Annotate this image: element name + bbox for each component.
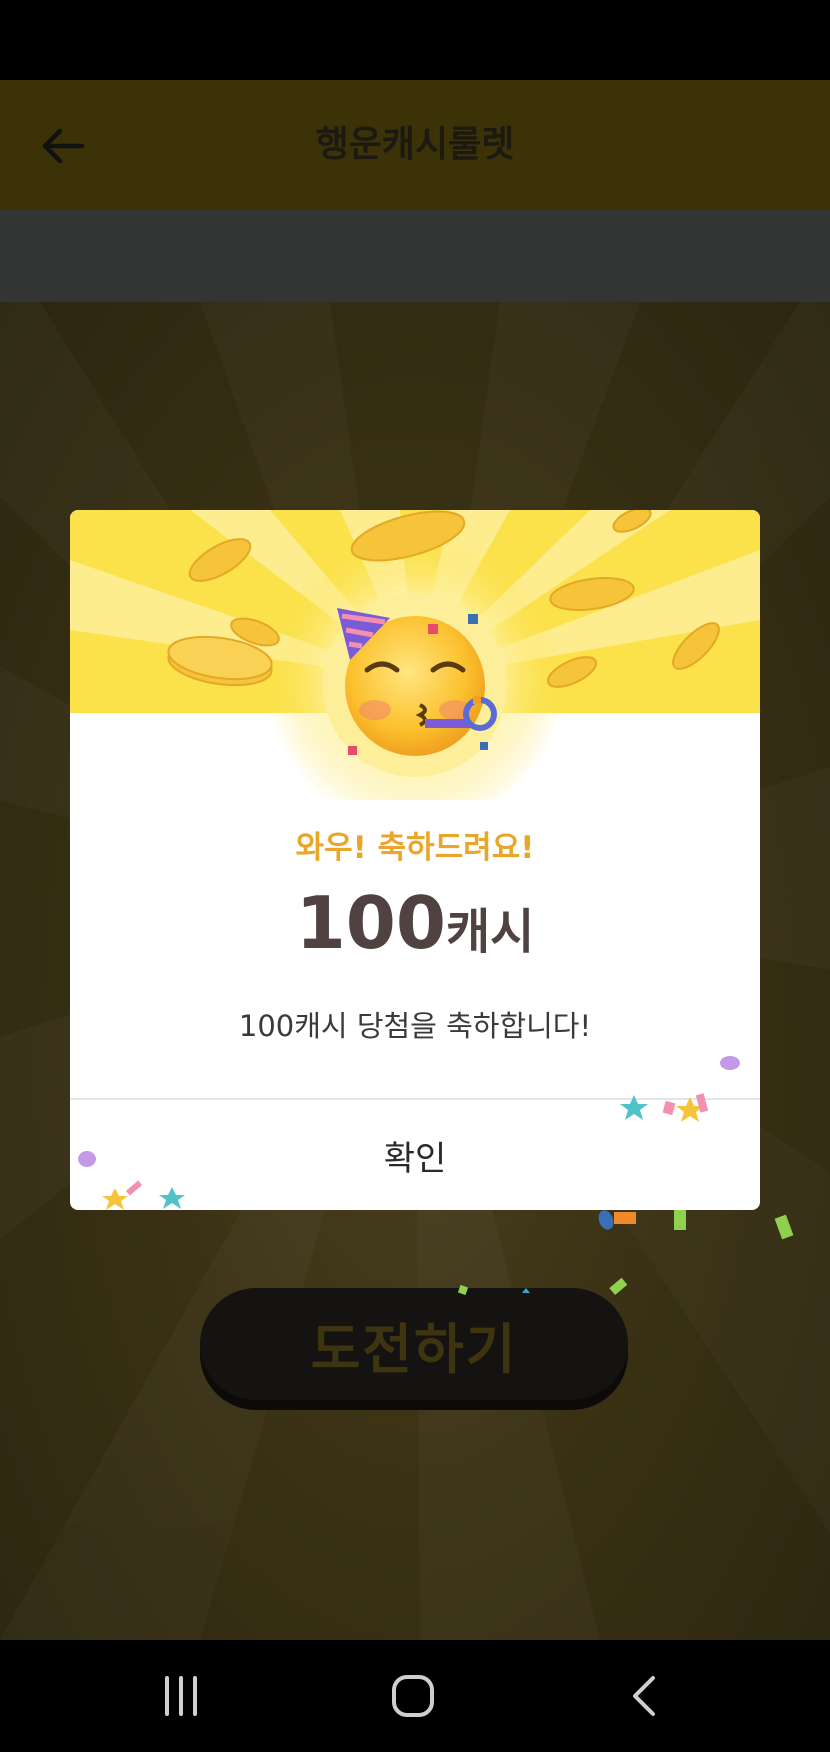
- recent-apps-icon: [165, 1676, 197, 1716]
- back-chevron-icon: [633, 1676, 655, 1716]
- reward-dialog: 와우! 축하드려요! 100캐시 100캐시 당첨을 축하합니다! 확인: [70, 510, 760, 1210]
- reward-amount-unit: 캐시: [445, 904, 535, 960]
- recent-apps-button[interactable]: [146, 1666, 216, 1726]
- dialog-message: 100캐시 당첨을 축하합니다!: [238, 1009, 592, 1043]
- home-icon: [392, 1675, 434, 1717]
- system-navigation-bar: [0, 1640, 830, 1752]
- coin-burst-illustration: [70, 510, 760, 800]
- status-bar: [0, 0, 830, 80]
- reward-amount: 100캐시: [70, 878, 760, 988]
- back-button[interactable]: [38, 118, 94, 174]
- system-back-button[interactable]: [610, 1666, 680, 1726]
- home-button[interactable]: [378, 1666, 448, 1726]
- page-title: 행운캐시룰렛: [315, 124, 515, 165]
- arrow-left-icon: [42, 128, 85, 164]
- banner-strip: [0, 210, 830, 302]
- reward-amount-value: 100: [295, 881, 446, 965]
- dialog-subtitle: 와우! 축하드려요!: [295, 830, 535, 866]
- confirm-button[interactable]: 확인: [70, 1100, 760, 1210]
- app-header: 행운캐시룰렛: [0, 80, 830, 210]
